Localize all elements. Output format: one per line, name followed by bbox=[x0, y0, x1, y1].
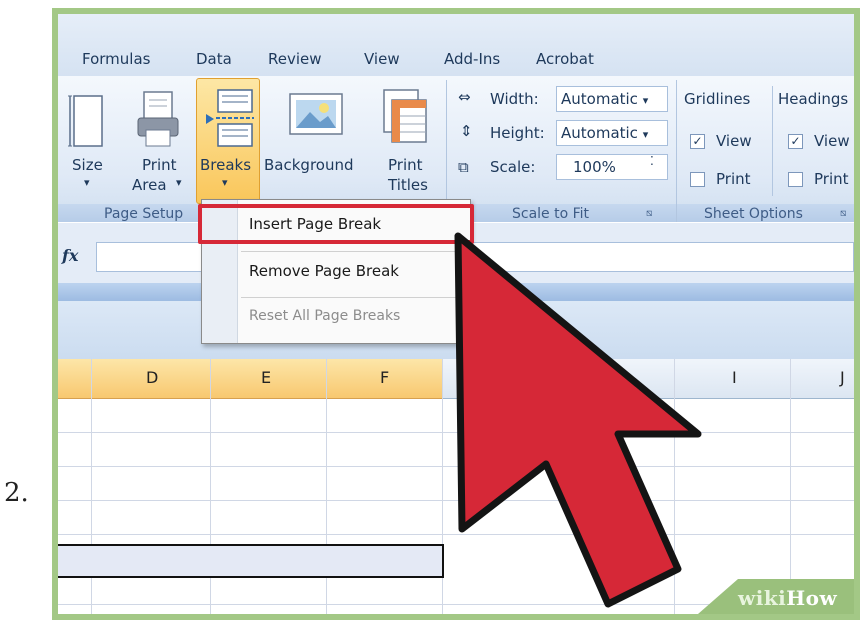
step-number: 2. bbox=[4, 478, 29, 508]
excel-screenshot: Formulas Data Review View Add-Ins Acroba… bbox=[58, 14, 854, 614]
wikihow-logo: wikiHow bbox=[738, 586, 838, 610]
pointer-arrow-icon bbox=[454, 232, 702, 608]
screenshot-frame: Formulas Data Review View Add-Ins Acroba… bbox=[52, 8, 860, 620]
